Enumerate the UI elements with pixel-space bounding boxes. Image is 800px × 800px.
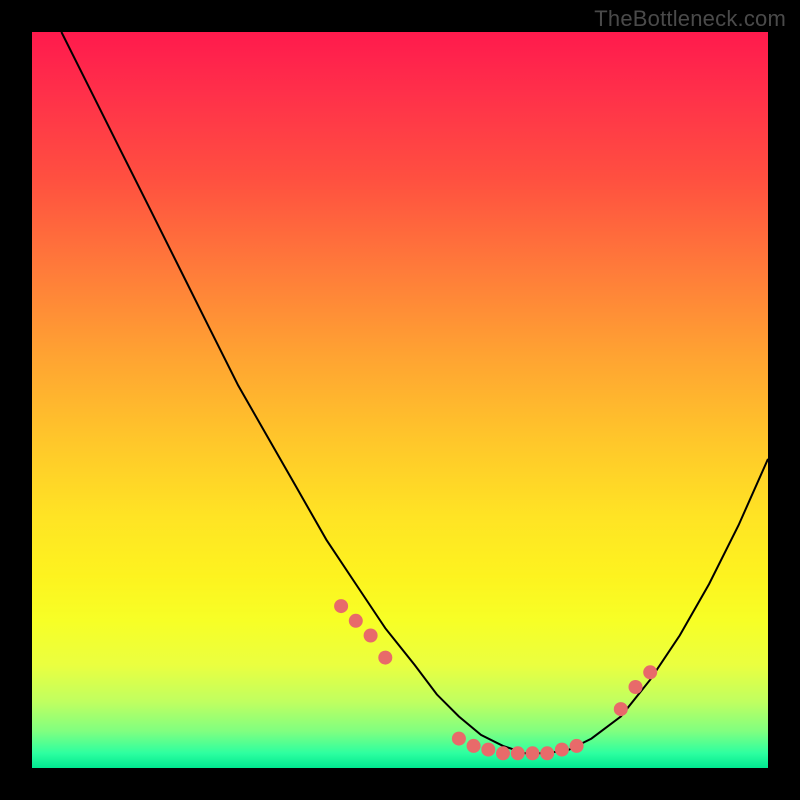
chart-stage: TheBottleneck.com	[0, 0, 800, 800]
bottleneck-curve	[61, 32, 768, 753]
optimal-point-dot	[349, 614, 363, 628]
optimal-point-dot	[467, 739, 481, 753]
optimal-point-dot	[629, 680, 643, 694]
optimal-point-dot	[614, 702, 628, 716]
optimal-point-dot	[378, 651, 392, 665]
optimal-point-dot	[643, 665, 657, 679]
optimal-point-dot	[452, 732, 466, 746]
optimal-point-dot	[570, 739, 584, 753]
optimal-point-dot	[496, 746, 510, 760]
optimal-point-dot	[481, 743, 495, 757]
plot-area	[32, 32, 768, 768]
optimal-point-dot	[511, 746, 525, 760]
optimal-point-dot	[334, 599, 348, 613]
optimal-point-dot	[526, 746, 540, 760]
chart-overlay-svg	[32, 32, 768, 768]
optimal-point-dot	[540, 746, 554, 760]
optimal-point-dot	[555, 743, 569, 757]
optimal-point-dot	[364, 629, 378, 643]
watermark-text: TheBottleneck.com	[594, 6, 786, 32]
